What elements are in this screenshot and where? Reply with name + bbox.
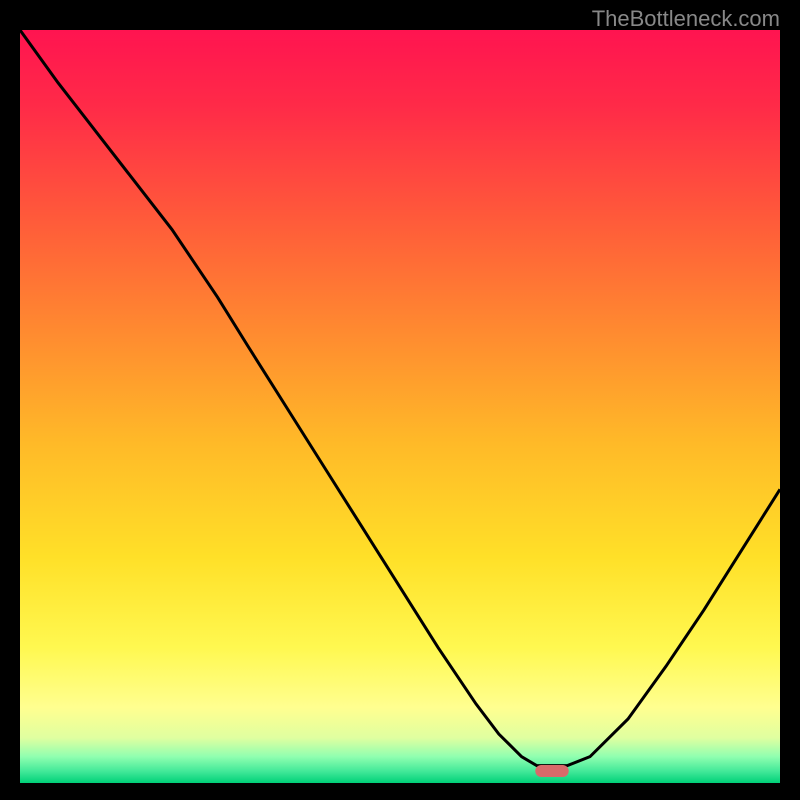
chart-frame [20, 30, 780, 783]
optimal-zone-marker [535, 765, 568, 777]
watermark-text: TheBottleneck.com [592, 6, 780, 32]
chart-background-gradient [20, 30, 780, 783]
chart-svg [20, 30, 780, 783]
